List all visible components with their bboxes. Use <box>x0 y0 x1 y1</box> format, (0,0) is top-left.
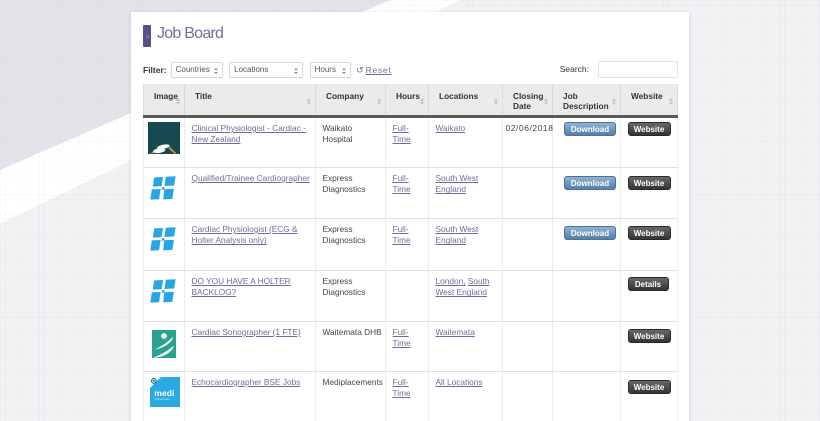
svg-text:placements: placements <box>155 397 171 401</box>
